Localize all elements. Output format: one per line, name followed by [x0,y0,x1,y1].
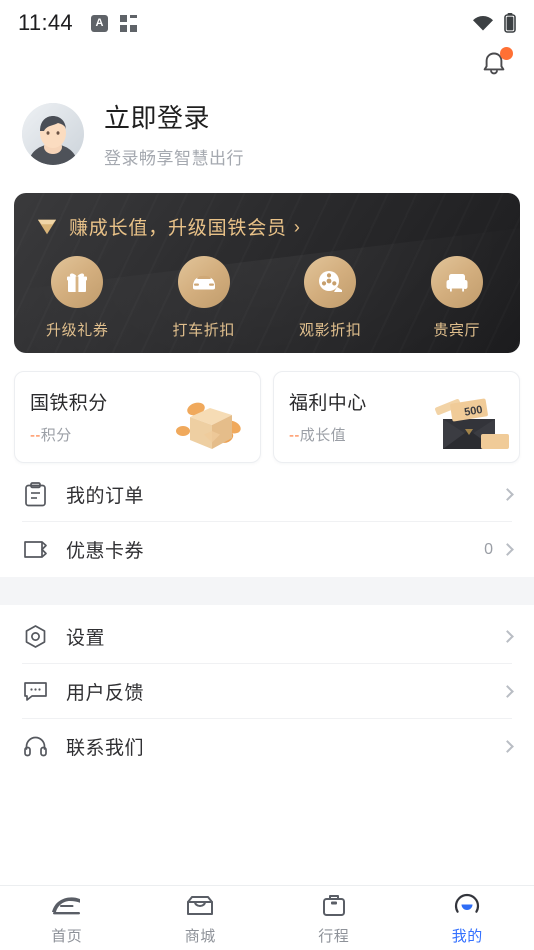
status-bar: 11:44 A [0,0,534,46]
menu-item-settings[interactable]: 设置 [22,609,514,664]
coupon-ticket-icon [22,537,48,563]
status-time: 11:44 [18,10,73,35]
film-reel-icon [319,271,343,292]
menu-item-label: 联系我们 [66,738,145,759]
car-icon [192,275,215,290]
car-icon-circle [177,256,230,308]
nav-item-mall[interactable]: 商城 [134,891,268,946]
clipboard-order-icon [22,481,48,507]
train-icon [50,891,84,919]
benefit-item-taxi[interactable]: 打车折扣 [141,256,268,340]
chevron-right-icon: › [293,216,300,237]
app-badge-icon: A [90,14,108,32]
chevron-right-icon [501,684,514,698]
profile-header[interactable]: 立即登录 登录畅享智慧出行 [0,94,534,191]
benefit-label: 打车折扣 [172,322,235,339]
battery-icon [504,13,516,33]
nav-item-label: 我的 [451,927,483,945]
gift-box-coins-illustration [158,387,254,460]
menu-group-secondary: 设置 用户反馈 联系我们 [0,605,534,774]
membership-card-title: 赚成长值，升级国铁会员 [69,218,287,239]
benefit-label: 观影折扣 [299,322,362,339]
benefit-item-gift[interactable]: 升级礼券 [14,256,141,340]
profile-text: 立即登录 登录畅享智慧出行 [104,98,244,169]
nav-item-profile[interactable]: 我的 [401,891,534,946]
shop-icon [185,891,215,919]
menu-item-coupons[interactable]: 优惠卡券 0 [22,522,514,577]
login-prompt-subtitle: 登录畅享智慧出行 [104,149,244,168]
menu-item-label: 设置 [66,627,106,649]
lounge-chair-icon [446,274,468,292]
app-screen: 11:44 A 立即登录 登录畅享智慧出行 赚成长值，升级国铁会员 › 升级礼券… [0,0,534,950]
nav-item-label: 行程 [318,927,350,945]
menu-item-right [493,684,514,698]
nav-item-trips[interactable]: 行程 [267,891,401,946]
benefit-item-lounge[interactable]: 贵宾厅 [394,256,521,340]
benefit-label: 升级礼券 [46,322,109,339]
points-dash: -- [289,427,300,444]
menu-item-right [493,487,514,501]
envelope-voucher-illustration: 500 [417,387,513,460]
default-user-avatar-icon [22,102,84,165]
chevron-right-icon [501,487,514,501]
menu-item-right [493,740,514,753]
membership-card[interactable]: 赚成长值，升级国铁会员 › 升级礼券 打车折扣 观影折扣 贵宾厅 [14,193,520,353]
wifi-icon [473,15,493,30]
chevron-right-icon [501,543,514,556]
app-badge-letter: A [95,16,104,29]
trip-briefcase-icon [320,891,348,919]
avatar[interactable] [22,102,84,165]
chevron-right-icon [501,740,514,753]
status-left-icons: A [90,14,137,32]
menu-item-contact-us[interactable]: 联系我们 [22,719,514,774]
benefit-label: 贵宾厅 [433,322,481,339]
diamond-badge-icon [37,219,57,234]
profile-person-icon [453,891,481,919]
film-reel-icon-circle [304,256,357,308]
gift-icon-circle [51,256,104,308]
nav-item-home[interactable]: 首页 [0,891,134,946]
notification-bell-button[interactable] [478,47,513,82]
header-actions [0,46,534,94]
notification-badge-dot [500,47,513,60]
login-prompt-title[interactable]: 立即登录 [104,98,244,135]
grid-apps-icon [119,14,137,32]
menu-group-primary: 我的订单 优惠卡券 0 [0,463,534,577]
menu-item-label: 优惠卡券 [66,541,145,562]
points-dash: -- [30,427,41,444]
menu-item-right: 0 [484,540,514,559]
points-unit: 积分 [40,427,72,444]
menu-item-label: 用户反馈 [66,682,145,704]
benefit-item-movie[interactable]: 观影折扣 [267,256,394,340]
lounge-chair-icon-circle [430,256,483,308]
bottom-navigation: 首页 商城 行程 我的 [0,885,534,950]
points-card-welfare[interactable]: 福利中心 --成长值 500 [273,371,520,463]
feedback-bubble-icon [22,678,48,704]
points-cards-row: 国铁积分 --积分 福利中心 --成长值 500 [0,353,534,463]
points-card-railway[interactable]: 国铁积分 --积分 [14,371,261,463]
menu-item-label: 我的订单 [66,485,145,507]
chevron-right-icon [501,629,514,643]
membership-card-header[interactable]: 赚成长值，升级国铁会员 › [14,193,520,240]
status-right-icons [472,13,516,33]
gift-icon [67,273,88,292]
menu-item-my-orders[interactable]: 我的订单 [22,467,514,522]
section-divider [0,577,534,605]
menu-item-feedback[interactable]: 用户反馈 [22,664,514,719]
menu-item-value: 0 [484,540,493,558]
nav-item-label: 首页 [51,927,83,945]
membership-benefits: 升级礼券 打车折扣 观影折扣 贵宾厅 [14,256,520,340]
settings-gear-icon [22,623,48,649]
points-unit: 成长值 [299,427,346,444]
headphones-support-icon [22,734,48,760]
menu-item-right [493,629,514,643]
nav-item-label: 商城 [184,927,216,945]
